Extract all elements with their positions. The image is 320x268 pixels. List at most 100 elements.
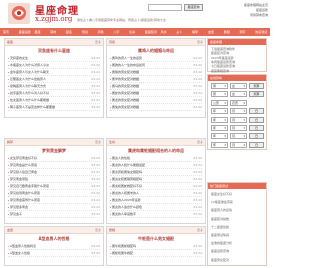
list-item[interactable]: 属虎人的性格 03-22 — [110, 155, 202, 162]
list-item[interactable]: 梦见自己戴黄金手镯什么意思 03-22 — [8, 183, 100, 190]
list-item[interactable]: 属猴的男女配对婚姻 03-22 — [110, 69, 202, 76]
list-item-title[interactable]: 射手座男人为什么对人好不好 — [10, 91, 70, 95]
submit-button[interactable]: 日 — [249, 108, 264, 115]
nav-item[interactable]: 星座 — [35, 30, 41, 34]
list-item[interactable]: 属蛇的男女配对婚姻 03-22 — [110, 90, 202, 97]
select-dropdown[interactable]: 月 — [230, 141, 247, 148]
select-dropdown[interactable]: 年 — [211, 108, 228, 115]
sidebar-link[interactable]: 星座男女配对 — [211, 258, 229, 262]
list-item-title[interactable]: 梦见金子 — [10, 212, 70, 216]
box-label[interactable]: 血型 — [7, 228, 13, 232]
sidebar-link[interactable]: 星座女生好不好 — [211, 192, 232, 196]
nav-item[interactable]: 姓名测试 — [255, 30, 267, 34]
list-item[interactable]: 梦见黄金项链 03-22 — [8, 176, 100, 183]
list-item[interactable]: 梦见别人给自己黄金 03-22 — [8, 169, 100, 176]
list-item-title[interactable]: A型血女人性格 — [10, 251, 70, 255]
more-link[interactable]: 更多 — [95, 140, 101, 144]
nav-item[interactable]: 星座运势 — [19, 30, 31, 34]
top-link[interactable]: 周易算命查询 — [216, 13, 268, 18]
list-item-title[interactable]: A型血男人性格特点 — [10, 244, 70, 248]
submit-button[interactable]: 测算 — [249, 83, 264, 89]
list-item-title[interactable]: 狮子座男人不是否这样什么都要做 — [10, 105, 70, 109]
sidebar-link[interactable]: 星座属相查询 — [211, 69, 229, 73]
list-item-title[interactable]: 属虎的人和什么属相最配 — [112, 163, 172, 167]
list-item[interactable]: 水瓶座女人为什么对男人冷淡 03-22 — [8, 62, 100, 69]
box-label[interactable]: 属相 — [109, 228, 115, 232]
select-dropdown[interactable]: 公历 — [211, 99, 228, 106]
sidebar-link[interactable]: 十二星座性格 — [211, 225, 229, 229]
sidebar-link[interactable]: 星座男人的爱情 — [211, 208, 232, 212]
list-item-title[interactable]: 属虎女和属猪男相配吗 — [112, 177, 172, 181]
nav-item[interactable]: 血型 — [208, 30, 214, 34]
nav-item[interactable]: 测字 — [239, 30, 245, 34]
list-item-title[interactable]: 梦见自己戴黄金手镯什么意思 — [10, 184, 70, 188]
search-input[interactable] — [148, 4, 182, 11]
select-dropdown[interactable]: 月 — [230, 133, 247, 140]
list-item-title[interactable]: 巨蟹座女人为什么性格男人 — [10, 77, 70, 81]
list-item[interactable]: 属牛和属蛇相配吗 03-22 — [110, 243, 202, 250]
list-item[interactable]: 狮子座男人不是否这样什么都要做 03-22 — [8, 104, 100, 111]
nav-item[interactable]: 周易 — [98, 30, 104, 34]
select-dropdown[interactable]: 月 — [230, 125, 247, 131]
list-item-title[interactable]: 属马的男女配对婚姻 — [112, 84, 172, 88]
list-item-title[interactable]: 属蛇的男女配对婚姻 — [112, 91, 172, 95]
select-dropdown[interactable]: 男 — [211, 91, 228, 98]
submit-button[interactable]: 日 — [249, 116, 264, 123]
list-item-title[interactable]: 梦见别人给自己黄金 — [10, 170, 70, 174]
box-label[interactable]: 解梦 — [7, 140, 13, 144]
list-item[interactable]: 梦见黄金首饰什么意思 03-22 — [8, 197, 100, 204]
list-item[interactable]: 梦见很多黄金 03-22 — [8, 204, 100, 211]
list-item-title[interactable]: 属狗的人一生的命运如何 — [112, 63, 172, 67]
box-title[interactable]: 牛蛇是什么男女婚配 — [107, 236, 205, 242]
select-dropdown[interactable]: 月 — [230, 116, 247, 123]
list-item[interactable]: 属鸡的男人一生的运势 03-22 — [110, 55, 202, 62]
nav-item[interactable]: 占卜 — [176, 30, 182, 34]
list-item[interactable]: 属虎女和属猪男相配吗 03-22 — [110, 176, 202, 183]
nav-item[interactable]: 起名 — [66, 30, 72, 34]
select-dropdown[interactable]: 女 — [230, 83, 247, 89]
list-item-title[interactable]: 属虎的人和属羊的人 — [112, 191, 172, 195]
list-item[interactable]: 属虎的人和什么属相最配 03-22 — [110, 162, 202, 169]
sidebar-link[interactable]: 最准的星座分析 — [211, 241, 232, 245]
submit-button[interactable]: 日 — [249, 133, 264, 140]
select-dropdown[interactable]: 年 — [211, 125, 228, 131]
list-item[interactable]: 女生梦见黄金好不好 03-22 — [8, 155, 100, 162]
list-item[interactable]: A型血男人性格特点 03-22 — [8, 243, 100, 250]
list-item[interactable]: 属虎的人适合什么颜色 03-22 — [110, 204, 202, 211]
list-item[interactable]: 梦见捡到黄金什么意思 03-22 — [8, 190, 100, 197]
box-title[interactable]: 双鱼座有什么星座 — [5, 48, 103, 54]
box-label[interactable]: 生肖 — [109, 140, 115, 144]
list-item[interactable]: 属虎的人2023年运势 03-22 — [110, 197, 202, 204]
nav-item[interactable]: 首页 — [3, 30, 9, 34]
box-title[interactable]: 属鸡人的婚姻与命运 — [107, 48, 205, 54]
sidebar-link[interactable]: 星座运势查询 — [211, 249, 229, 253]
more-link[interactable]: 更多 — [95, 228, 101, 232]
list-item-title[interactable]: 女生梦见黄金好不好 — [10, 156, 70, 160]
nav-item[interactable]: 算命 — [50, 30, 56, 34]
more-link[interactable]: 更多 — [197, 140, 203, 144]
list-item-title[interactable]: 属牛和属蛇相配吗 — [112, 244, 172, 248]
list-item[interactable]: 天秤座的女生 03-22 — [8, 55, 100, 62]
sidebar-link[interactable]: 12星座谁最漂亮 — [211, 200, 233, 204]
select-dropdown[interactable]: 月 — [230, 108, 247, 115]
list-item[interactable]: 巨蟹座女人为什么性格男人 03-22 — [8, 76, 100, 83]
list-item-title[interactable]: 水瓶座女人为什么对男人冷淡 — [10, 63, 70, 67]
list-item[interactable]: 金牛座男人与女人为什么聊天 03-22 — [8, 69, 100, 76]
logo-icon[interactable] — [8, 3, 30, 24]
list-item-title[interactable]: 梦见黄金项链 — [10, 177, 70, 181]
logo-url[interactable]: x.zgjm.org — [35, 15, 72, 23]
box-title[interactable]: 梦到黄金解梦 — [5, 148, 103, 154]
nav-item[interactable]: 属相 — [224, 30, 230, 34]
list-item-title[interactable]: 属兔的男女配对婚姻 — [112, 105, 172, 109]
list-item-title[interactable]: 属虎和属蛇婚配好不好 — [112, 184, 172, 188]
list-item[interactable]: A型血女人性格 03-22 — [8, 250, 100, 257]
list-item[interactable]: 属龙的男女配对婚姻 03-22 — [110, 97, 202, 104]
list-item-title[interactable]: 梦见黄金首饰什么意思 — [10, 198, 70, 202]
sidebar-link[interactable]: 星座配对指数 — [211, 217, 229, 221]
list-item[interactable]: 梦见金子 03-22 — [8, 211, 100, 218]
list-item[interactable]: 属虎男和属兔女相配吗 03-22 — [110, 169, 202, 176]
list-item[interactable]: 属羊的男女配对婚姻 03-22 — [110, 76, 202, 83]
box-title[interactable]: A型血男人的性格 — [5, 236, 103, 242]
submit-button[interactable]: 日 — [249, 125, 264, 131]
submit-button[interactable]: 测算 — [249, 91, 264, 98]
